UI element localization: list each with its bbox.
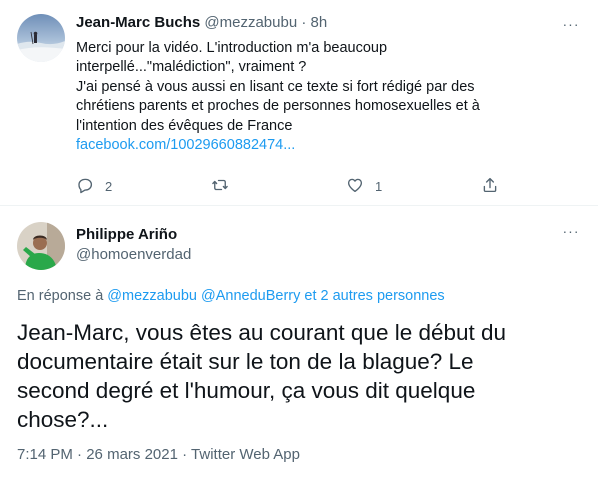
reply-count: 2 — [105, 178, 113, 194]
retweet-icon — [211, 176, 229, 197]
tweet-text-line: chose?... — [17, 407, 109, 432]
tweet1-actions: 2 1 — [76, 174, 516, 198]
reply-button[interactable]: 2 — [76, 174, 112, 198]
avatar-philippe[interactable] — [17, 222, 65, 270]
tweet-text-line: chrétiens parents et proches de personne… — [76, 98, 480, 115]
meta-separator: · — [301, 14, 307, 31]
share-icon — [481, 176, 499, 197]
tweet1-text: Merci pour la vidéo. L'introduction m'a … — [76, 39, 581, 155]
retweet-button[interactable] — [211, 174, 240, 198]
tweet-timestamp: 7:14 PM · 26 mars 2021 · Twitter Web App — [17, 446, 300, 463]
more-dots-icon[interactable]: ··· — [561, 224, 581, 244]
tweet-text-line: l'intention des évêques de France — [76, 117, 293, 134]
tweet2-text: Jean-Marc, vous êtes au courant que le d… — [17, 318, 587, 434]
tweet-text-line: second degré et l'humour, ça vous dit qu… — [17, 378, 476, 403]
like-count: 1 — [375, 178, 383, 194]
author-handle[interactable]: @mezzabubu — [204, 14, 297, 31]
tweet1-header: Jean-Marc Buchs @mezzabubu · 8h — [76, 14, 327, 31]
tweet-date-link[interactable]: 26 mars 2021 — [86, 446, 178, 463]
share-button[interactable] — [481, 174, 499, 198]
tweet-text-line: Merci pour la vidéo. L'introduction m'a … — [76, 40, 388, 56]
tweet-source-link[interactable]: Twitter Web App — [191, 446, 300, 463]
mention-link[interactable]: @AnneduBerry — [201, 288, 300, 304]
avatar-jean-marc[interactable] — [17, 14, 65, 62]
tweet-jean-marc[interactable]: Jean-Marc Buchs @mezzabubu · 8h ··· Merc… — [0, 0, 598, 206]
tweet-time[interactable]: 8h — [311, 14, 328, 31]
other-people-link[interactable]: et 2 autres personnes — [304, 288, 444, 304]
more-dots-icon[interactable]: ··· — [561, 17, 581, 37]
mention-link[interactable]: @mezzabubu — [107, 288, 197, 304]
heart-icon — [346, 176, 364, 197]
reply-prefix: En réponse à — [17, 288, 104, 304]
author-name[interactable]: Jean-Marc Buchs — [76, 14, 200, 31]
meta-separator: · — [77, 446, 83, 463]
like-button[interactable]: 1 — [346, 174, 382, 198]
tweet-time-link[interactable]: 7:14 PM — [17, 446, 73, 463]
tweet-text-line: interpellé..."malédiction", vraiment ? — [76, 59, 307, 76]
external-link[interactable]: facebook.com/10029660882474... — [76, 136, 581, 155]
meta-separator: · — [182, 446, 188, 463]
speech-bubble-icon — [76, 176, 94, 197]
author-handle[interactable]: @homoenverdad — [76, 246, 191, 263]
tweet-text-line: Jean-Marc, vous êtes au courant que le d… — [17, 320, 507, 345]
tweet-text-line: documentaire était sur le ton de la blag… — [17, 349, 474, 374]
tweet-text-line: J'ai pensé à vous aussi en lisant ce tex… — [76, 78, 475, 95]
author-name[interactable]: Philippe Ariño — [76, 226, 177, 243]
reply-context: En réponse à @mezzabubu @AnneduBerry et … — [17, 288, 445, 304]
